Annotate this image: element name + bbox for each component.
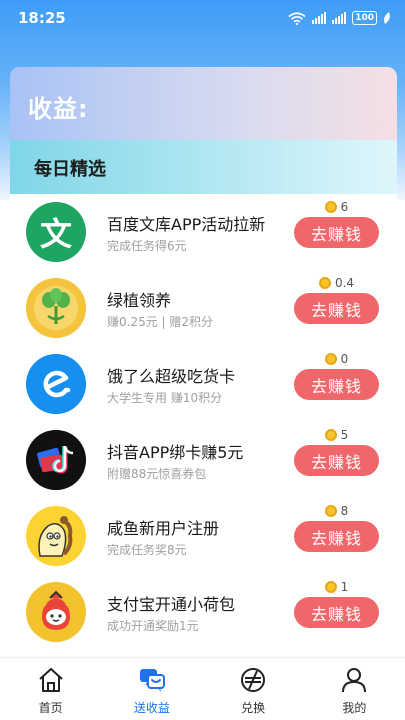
xianyu-icon — [26, 506, 86, 566]
eleme-logo — [26, 354, 86, 414]
reward-amount: 8 — [294, 504, 379, 518]
task-row[interactable]: 饿了么超级吃货卡 大学生专用 赚10积分 0 去赚钱 — [10, 346, 397, 422]
reward-amount: 5 — [294, 428, 379, 442]
task-name: 绿植领养 — [107, 291, 172, 310]
coin-icon — [324, 581, 337, 593]
exchange-icon — [241, 668, 266, 692]
task-subtitle: 附赠88元惊喜券包 — [107, 467, 207, 481]
coin-icon — [324, 505, 337, 517]
tab-home[interactable]: 首页 — [0, 658, 101, 720]
tab-label: 我的 — [342, 701, 367, 715]
battery-icon: 100 — [352, 11, 377, 25]
task-row[interactable]: 抖音APP绑卡赚5元 附赠88元惊喜券包 5 去赚钱 — [10, 422, 397, 498]
task-name: 饿了么超级吃货卡 — [107, 367, 236, 386]
reward-amount: 1 — [294, 580, 379, 594]
coin-icon — [324, 353, 337, 365]
tab-label: 首页 — [38, 701, 63, 715]
coin-icon — [324, 201, 337, 213]
tab-label: 兑换 — [241, 701, 266, 715]
task-subtitle: 完成任务奖8元 — [107, 543, 187, 557]
task-name: 抖音APP绑卡赚5元 — [107, 443, 244, 462]
task-subtitle: 完成任务得6元 — [107, 239, 187, 253]
reward-value: 1 — [340, 580, 349, 594]
task-name: 咸鱼新用户注册 — [107, 519, 220, 538]
plant-icon — [26, 278, 86, 338]
earnings-title: 收益: — [28, 95, 89, 123]
earnings-header: 收益: — [10, 67, 397, 140]
coin-icon — [318, 277, 331, 289]
tab-exchange[interactable]: 兑换 — [203, 658, 304, 720]
wifi-icon — [288, 11, 306, 25]
status-bar: 18:25 100 — [0, 0, 405, 36]
tab-earnings[interactable]: 送收益 — [101, 658, 202, 720]
task-subtitle: 赚0.25元 | 赠2积分 — [107, 315, 214, 329]
reward-value: 0 — [340, 352, 349, 366]
reward-value: 0.4 — [334, 276, 355, 290]
daily-picks-title: 每日精选 — [34, 159, 106, 180]
task-row[interactable]: 支付宝开通小荷包 成功开通奖励1元 1 去赚钱 — [10, 574, 397, 650]
earn-button[interactable]: 去赚钱 — [294, 369, 379, 400]
status-time: 18:25 — [18, 9, 66, 27]
task-row[interactable]: 文 百度文库APP活动拉新 完成任务得6元 6 去赚钱 — [10, 194, 397, 270]
douyin-icon — [26, 430, 86, 490]
earn-button[interactable]: 去赚钱 — [294, 597, 379, 628]
person-icon — [342, 668, 367, 693]
reward-amount: 0.4 — [294, 276, 379, 290]
battery-level: 100 — [355, 13, 374, 23]
task-list: 文 百度文库APP活动拉新 完成任务得6元 6 去赚钱 绿植领养 赚0.25元 … — [10, 194, 397, 650]
wenku-logo: 文 — [26, 202, 86, 262]
earn-button[interactable]: 去赚钱 — [294, 521, 379, 552]
bottom-tab-bar: 首页 送收益 兑换 我的 — [0, 657, 405, 720]
xianyu-logo — [26, 506, 86, 566]
task-row[interactable]: 咸鱼新用户注册 完成任务奖8元 8 去赚钱 — [10, 498, 397, 574]
earn-button[interactable]: 去赚钱 — [294, 217, 379, 248]
task-name: 百度文库APP活动拉新 — [107, 215, 266, 234]
chat-earn-icon — [139, 669, 165, 692]
plant-logo — [26, 278, 86, 338]
alipay-logo — [26, 582, 86, 642]
coin-icon — [324, 429, 337, 441]
eleme-icon — [26, 354, 86, 414]
signal-icon — [312, 12, 327, 24]
task-subtitle: 成功开通奖励1元 — [107, 619, 199, 633]
wenku-logo-glyph: 文 — [39, 215, 72, 253]
daily-picks-band: 每日精选 — [10, 140, 397, 194]
task-subtitle: 大学生专用 赚10积分 — [107, 391, 223, 405]
reward-value: 6 — [340, 200, 349, 214]
home-icon — [38, 668, 63, 692]
red-pouch-icon — [26, 582, 86, 642]
status-icons: 100 — [288, 11, 391, 25]
task-row[interactable]: 绿植领养 赚0.25元 | 赠2积分 0.4 去赚钱 — [10, 270, 397, 346]
charging-leaf-icon — [384, 12, 390, 24]
reward-value: 8 — [340, 504, 349, 518]
task-name: 支付宝开通小荷包 — [107, 595, 236, 614]
signal-icon-2 — [332, 12, 347, 24]
reward-amount: 6 — [294, 200, 379, 214]
earnings-card: 收益: 每日精选 文 百度文库APP活动拉新 完成任务得6元 6 去赚钱 绿植领… — [10, 67, 397, 657]
douyin-logo — [26, 430, 86, 490]
reward-amount: 0 — [294, 352, 379, 366]
earn-button[interactable]: 去赚钱 — [294, 293, 379, 324]
tab-label: 送收益 — [133, 701, 170, 715]
reward-value: 5 — [340, 428, 349, 442]
earn-button[interactable]: 去赚钱 — [294, 445, 379, 476]
tab-mine[interactable]: 我的 — [304, 658, 405, 720]
